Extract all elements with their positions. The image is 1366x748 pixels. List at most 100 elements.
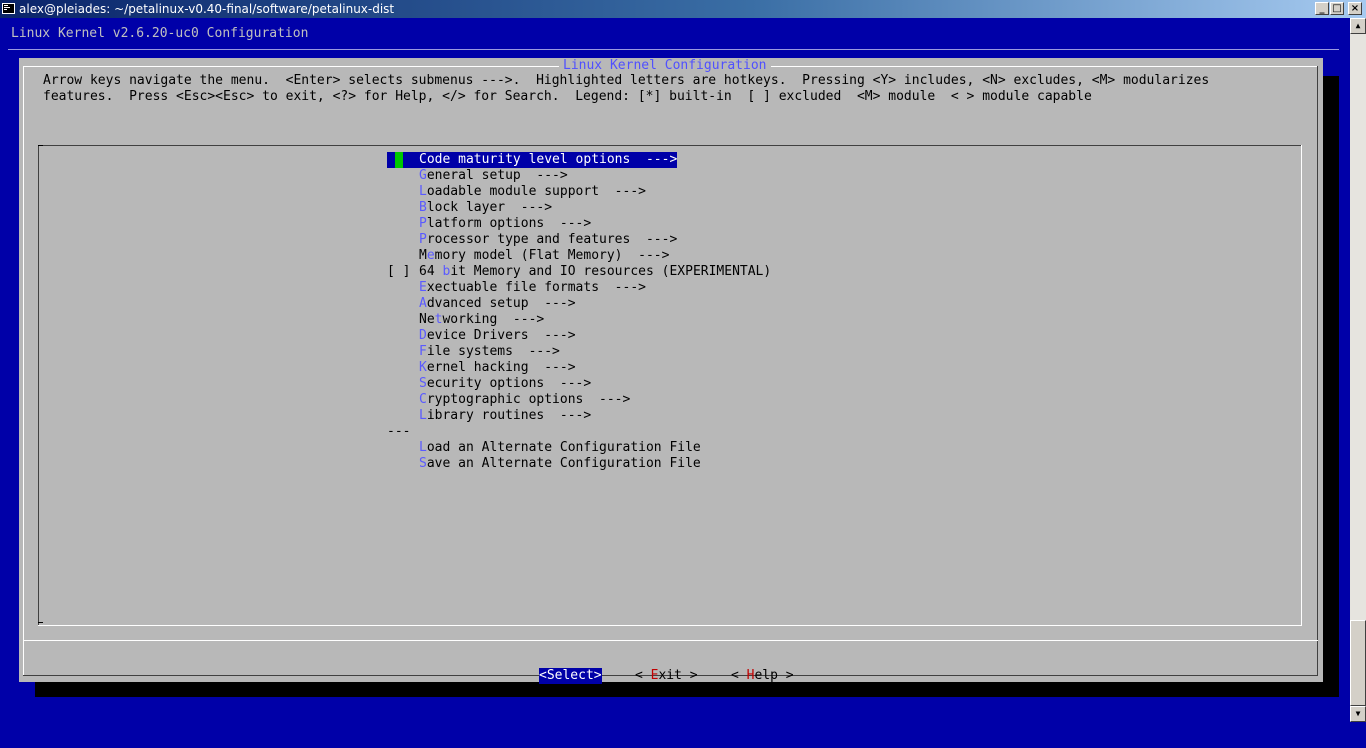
menu-box-border-left: [38, 145, 39, 626]
menu-item-label: Block layer --->: [419, 200, 552, 216]
menu-item-text: ibrary routines --->: [426, 408, 592, 423]
menu-box-border-right: [1301, 145, 1302, 626]
menu-item[interactable]: Loadable module support --->: [387, 184, 987, 200]
menu-item-label: Device Drivers --->: [419, 328, 576, 344]
menu-item[interactable]: Library routines --->: [387, 408, 987, 424]
menu-item-text: oadable module support --->: [426, 184, 646, 199]
select-button[interactable]: <Select>: [539, 668, 602, 684]
menu-item-prefix: [387, 328, 419, 344]
menu-item-prefix: [387, 312, 419, 328]
help-line: Arrow keys navigate the menu. <Enter> se…: [43, 73, 1210, 88]
menu-item-hotkey: G: [419, 168, 427, 183]
backtitle-rule: [8, 49, 1339, 50]
menu-item-text: rocessor type and features --->: [426, 232, 678, 247]
exit-button[interactable]: < Exit >: [635, 668, 698, 684]
scrollbar-track[interactable]: [1350, 34, 1366, 706]
terminal-scrollbar[interactable]: ▲ ▼: [1350, 18, 1366, 722]
help-text: Arrow keys navigate the menu. <Enter> se…: [43, 73, 1209, 105]
cursor-block: [395, 152, 403, 168]
menu-item-prefix: [ ]: [387, 264, 411, 279]
menu-item-label: Cryptographic options --->: [419, 392, 630, 408]
menu-item[interactable]: Block layer --->: [387, 200, 987, 216]
menu-item[interactable]: [ ] 64 bit Memory and IO resources (EXPER…: [387, 264, 987, 280]
window-title-bar[interactable]: alex@pleiades: ~/petalinux-v0.40-final/s…: [0, 0, 1366, 18]
menu-box-border-bottom: [38, 625, 1302, 626]
menu-item-hotkey: C: [419, 392, 427, 407]
menu-item-prefix: [387, 216, 419, 232]
menu-item-label: General setup --->: [419, 168, 568, 184]
scroll-down-icon[interactable]: ▼: [1350, 706, 1366, 722]
help-button-pre: <: [731, 668, 747, 683]
menu-item-text: ode maturity level options --->: [426, 152, 678, 167]
menu-item[interactable]: Load an Alternate Configuration File: [387, 440, 987, 456]
menu-item[interactable]: Exectuable file formats --->: [387, 280, 987, 296]
menu-item[interactable]: File systems --->: [387, 344, 987, 360]
menu-item-label: Kernel hacking --->: [419, 360, 576, 376]
menu-list: Code maturity level options ---> General …: [387, 152, 987, 472]
menu-item-prefix: [387, 248, 419, 264]
menu-item-hotkey: D: [419, 328, 427, 343]
button-bar: <Select> < Exit > < Help >: [539, 668, 794, 748]
minimize-button[interactable]: _: [1315, 2, 1329, 15]
menu-item-prefix: [387, 408, 419, 424]
menu-item-hotkey: B: [419, 200, 427, 215]
close-button[interactable]: ×: [1348, 2, 1362, 15]
menu-item-hotkey: S: [419, 376, 427, 391]
menu-item-prefix: [387, 296, 419, 312]
menu-item-text: evice Drivers --->: [426, 328, 576, 343]
menu-item-text: oad an Alternate Configuration File: [426, 440, 701, 455]
menu-item[interactable]: Code maturity level options --->: [387, 152, 987, 168]
menu-item[interactable]: Kernel hacking --->: [387, 360, 987, 376]
scroll-up-icon[interactable]: ▲: [1350, 18, 1366, 34]
dialog-separator: [23, 640, 1318, 641]
menu-item[interactable]: General setup --->: [387, 168, 987, 184]
menu-item[interactable]: Networking --->: [387, 312, 987, 328]
menu-item-text: xectuable file formats --->: [426, 280, 646, 295]
menu-item-text: lock layer --->: [426, 200, 553, 215]
menu-item-hotkey: L: [419, 440, 427, 455]
help-button[interactable]: < Help >: [731, 668, 794, 684]
menu-item-prefix: [387, 184, 419, 200]
menu-item[interactable]: Security options --->: [387, 376, 987, 392]
menu-item-label: Memory model (Flat Memory) --->: [419, 248, 669, 264]
menu-item-label: Advanced setup --->: [419, 296, 576, 312]
menu-item-text: ernel hacking --->: [426, 360, 576, 375]
menu-box-corner: [38, 145, 43, 146]
help-line: features. Press <Esc><Esc> to exit, <?> …: [43, 89, 1092, 104]
menu-item-hotkey: P: [419, 216, 427, 231]
menu-item-label: Loadable module support --->: [419, 184, 646, 200]
menu-item-label: Code maturity level options --->: [419, 152, 678, 168]
menu-item-label: Save an Alternate Configuration File: [419, 456, 701, 472]
menu-item-text: it Memory and IO resources (EXPERIMENTAL…: [450, 264, 772, 279]
menu-item-prefix: [387, 360, 419, 376]
menu-item-hotkey: K: [419, 360, 427, 375]
menu-item[interactable]: Cryptographic options --->: [387, 392, 987, 408]
menu-item-label: Library routines --->: [419, 408, 591, 424]
menu-item[interactable]: Processor type and features --->: [387, 232, 987, 248]
menu-box-corner: [38, 622, 43, 623]
menu-item[interactable]: Device Drivers --->: [387, 328, 987, 344]
maximize-button[interactable]: □: [1330, 2, 1344, 15]
dialog-border-right: [1317, 66, 1318, 676]
menu-item-hotkey: P: [419, 232, 427, 247]
menu-item-label: Platform options --->: [419, 216, 591, 232]
menu-item[interactable]: Advanced setup --->: [387, 296, 987, 312]
exit-button-rest: xit >: [658, 668, 698, 683]
menu-item-label: 64 bit Memory and IO resources (EXPERIME…: [419, 264, 771, 280]
menu-item[interactable]: ---: [387, 424, 987, 440]
scrollbar-thumb[interactable]: [1350, 620, 1366, 706]
menu-item-hotkey: L: [419, 184, 427, 199]
menu-item-text: dvanced setup --->: [426, 296, 576, 311]
menu-item-text: ecurity options --->: [426, 376, 592, 391]
menu-item-text: Ne: [419, 312, 435, 327]
terminal-window[interactable]: Linux Kernel v2.6.20-uc0 Configuration L…: [0, 18, 1350, 722]
menu-item[interactable]: Platform options --->: [387, 216, 987, 232]
menu-item-label: Processor type and features --->: [419, 232, 677, 248]
menu-item[interactable]: Save an Alternate Configuration File: [387, 456, 987, 472]
help-button-rest: elp >: [754, 668, 794, 683]
menu-item-hotkey: e: [426, 248, 435, 263]
menu-item-hotkey: S: [419, 456, 427, 471]
exit-button-pre: <: [635, 668, 651, 683]
menu-item-prefix: [387, 376, 419, 392]
menu-item[interactable]: Memory model (Flat Memory) --->: [387, 248, 987, 264]
